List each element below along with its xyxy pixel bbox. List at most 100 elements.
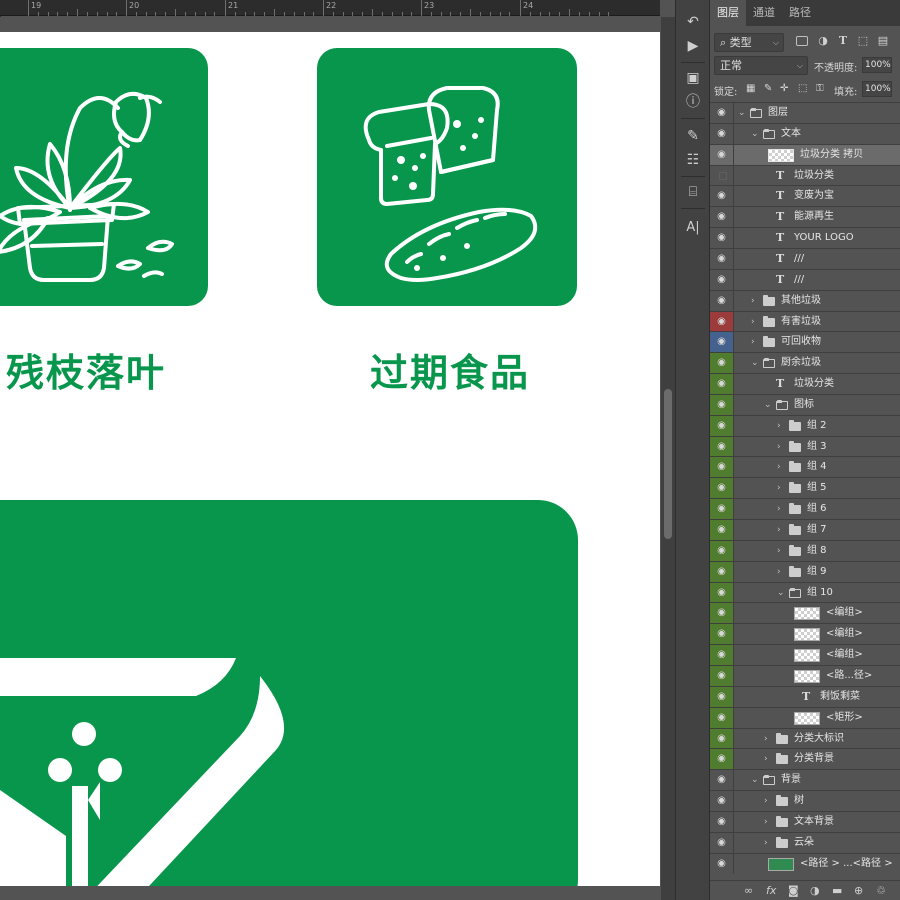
layer-row[interactable]: ◉ › 组 9: [710, 561, 900, 582]
layer-row[interactable]: ◉ › 文本背景: [710, 811, 900, 832]
layer-row[interactable]: ◉ › 树: [710, 790, 900, 811]
smart-object-filter-icon[interactable]: ▤: [876, 34, 890, 48]
layer-row[interactable]: ◉ › 组 3: [710, 436, 900, 457]
tab-paths[interactable]: 路径: [782, 0, 818, 26]
fill-input[interactable]: 100%: [862, 81, 892, 97]
visibility-eye-icon[interactable]: [710, 166, 734, 186]
opacity-input[interactable]: 100%: [862, 57, 892, 73]
adjust-icon[interactable]: ☷: [676, 148, 710, 172]
visibility-eye-icon[interactable]: ◉: [710, 749, 734, 769]
visibility-eye-icon[interactable]: ◉: [710, 791, 734, 811]
layer-row[interactable]: ◉ 垃圾分类 拷贝: [710, 144, 900, 165]
visibility-eye-icon[interactable]: ◉: [710, 103, 734, 123]
type-filter-icon[interactable]: T: [836, 34, 850, 48]
layer-row[interactable]: ◉ <路...径>: [710, 665, 900, 686]
link-icon[interactable]: ∞: [744, 884, 753, 897]
visibility-eye-icon[interactable]: ◉: [710, 145, 734, 165]
chevron-right-icon[interactable]: ›: [764, 833, 768, 853]
chevron-right-icon[interactable]: ›: [751, 332, 755, 352]
new-group-icon[interactable]: ▬: [832, 884, 842, 897]
visibility-eye-icon[interactable]: ◉: [710, 562, 734, 582]
chevron-right-icon[interactable]: ›: [777, 520, 781, 540]
play-icon[interactable]: ▶: [676, 34, 710, 58]
fallen-leaves-icon-tile[interactable]: [0, 48, 208, 306]
chevron-down-icon[interactable]: ⌄: [751, 770, 759, 790]
chevron-right-icon[interactable]: ›: [777, 562, 781, 582]
chevron-right-icon[interactable]: ›: [764, 791, 768, 811]
layer-row[interactable]: ◉ › 组 6: [710, 498, 900, 519]
chevron-right-icon[interactable]: ›: [751, 291, 755, 311]
layer-row[interactable]: ◉ › 组 2: [710, 415, 900, 436]
layer-row[interactable]: ◉ › 可回收物: [710, 331, 900, 352]
layer-row[interactable]: ◉ › 组 8: [710, 540, 900, 561]
visibility-eye-icon[interactable]: ◉: [710, 457, 734, 477]
visibility-eye-icon[interactable]: ◉: [710, 207, 734, 227]
layer-row[interactable]: ◉ T 垃圾分类: [710, 373, 900, 394]
chevron-down-icon[interactable]: ⌄: [751, 124, 759, 144]
visibility-eye-icon[interactable]: ◉: [710, 833, 734, 853]
lock-artboard-icon[interactable]: ⬚: [798, 83, 807, 94]
shape-filter-icon[interactable]: ⬚: [856, 34, 870, 48]
visibility-eye-icon[interactable]: ◉: [710, 583, 734, 603]
layer-row[interactable]: ◉ › 分类背景: [710, 748, 900, 769]
chevron-right-icon[interactable]: ›: [777, 457, 781, 477]
visibility-eye-icon[interactable]: ◉: [710, 770, 734, 790]
chevron-down-icon[interactable]: ⌄: [764, 395, 772, 415]
visibility-eye-icon[interactable]: ◉: [710, 729, 734, 749]
new-layer-icon[interactable]: ⊕: [854, 884, 863, 897]
chevron-right-icon[interactable]: ›: [777, 416, 781, 436]
visibility-eye-icon[interactable]: ◉: [710, 520, 734, 540]
trash-icon[interactable]: ♲: [876, 884, 886, 897]
history-brush-icon[interactable]: ↶: [676, 10, 710, 34]
layer-row[interactable]: ◉ <路径 > ...<路径 >: [710, 853, 900, 874]
visibility-eye-icon[interactable]: ◉: [710, 687, 734, 707]
lock-move-icon[interactable]: ✛: [780, 83, 788, 94]
tab-layers[interactable]: 图层: [710, 0, 746, 26]
visibility-eye-icon[interactable]: ◉: [710, 624, 734, 644]
layer-row[interactable]: ◉ › 有害垃圾: [710, 311, 900, 332]
layer-row[interactable]: ◉ ⌄ 厨余垃圾: [710, 352, 900, 373]
layer-row[interactable]: ◉ › 组 4: [710, 456, 900, 477]
chevron-down-icon[interactable]: ⌄: [738, 103, 746, 123]
category-large-sign[interactable]: [0, 500, 578, 886]
visibility-eye-icon[interactable]: ◉: [710, 708, 734, 728]
visibility-eye-icon[interactable]: ◉: [710, 416, 734, 436]
layer-row[interactable]: ◉ › 组 7: [710, 519, 900, 540]
3d-cube-icon[interactable]: ▣: [676, 66, 710, 90]
visibility-eye-icon[interactable]: ◉: [710, 270, 734, 290]
layer-row[interactable]: T 垃圾分类: [710, 165, 900, 186]
visibility-eye-icon[interactable]: ◉: [710, 124, 734, 144]
visibility-eye-icon[interactable]: ◉: [710, 603, 734, 623]
pixel-filter-icon[interactable]: [796, 36, 808, 46]
layer-row[interactable]: ◉ T 剩饭剩菜: [710, 686, 900, 707]
visibility-eye-icon[interactable]: ◉: [710, 478, 734, 498]
layer-row[interactable]: ◉ T YOUR LOGO: [710, 227, 900, 248]
lock-transparent-icon[interactable]: ▦: [746, 83, 755, 94]
visibility-eye-icon[interactable]: ◉: [710, 186, 734, 206]
visibility-eye-icon[interactable]: ◉: [710, 666, 734, 686]
layer-row[interactable]: ◉ ⌄ 文本: [710, 123, 900, 144]
chevron-right-icon[interactable]: ›: [777, 478, 781, 498]
visibility-eye-icon[interactable]: ◉: [710, 353, 734, 373]
chevron-right-icon[interactable]: ›: [777, 499, 781, 519]
chevron-right-icon[interactable]: ›: [751, 312, 755, 332]
mask-icon[interactable]: ◙: [788, 884, 799, 897]
layer-row[interactable]: ◉ <编组>: [710, 602, 900, 623]
expired-food-icon-tile[interactable]: [317, 48, 577, 306]
visibility-eye-icon[interactable]: ◉: [710, 645, 734, 665]
chevron-right-icon[interactable]: ›: [764, 729, 768, 749]
layer-row[interactable]: ◉ T ///: [710, 248, 900, 269]
canvas-vertical-scrollbar[interactable]: [661, 17, 675, 900]
filter-kind-select[interactable]: ⌕ 类型 ⌵: [714, 33, 784, 52]
layer-row[interactable]: ◉ ⌄ 背景: [710, 769, 900, 790]
layer-row[interactable]: ◉ <编组>: [710, 623, 900, 644]
layer-row[interactable]: ◉ › 组 5: [710, 477, 900, 498]
visibility-eye-icon[interactable]: ◉: [710, 228, 734, 248]
visibility-eye-icon[interactable]: ◉: [710, 249, 734, 269]
layer-row[interactable]: ◉ ⌄ 组 10: [710, 582, 900, 603]
adjustment-filter-icon[interactable]: ◑: [816, 34, 830, 48]
chevron-right-icon[interactable]: ›: [764, 749, 768, 769]
layer-row[interactable]: ◉ <编组>: [710, 644, 900, 665]
adjustment-icon[interactable]: ◑: [810, 884, 820, 897]
layer-row[interactable]: ◉ › 其他垃圾: [710, 290, 900, 311]
